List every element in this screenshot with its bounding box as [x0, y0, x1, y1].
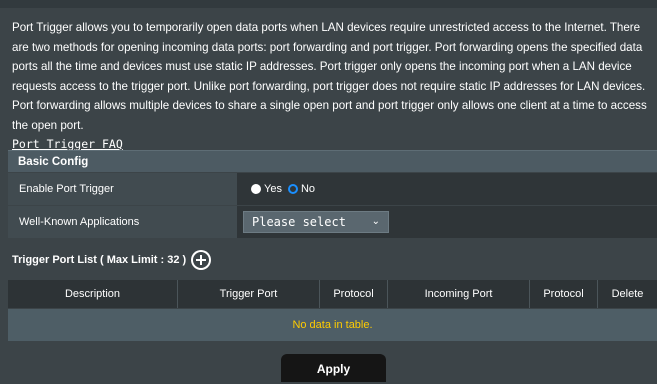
well-known-apps-label: Well-Known Applications [8, 206, 237, 238]
well-known-apps-select-value: Please select [252, 215, 346, 229]
column-trigger-port: Trigger Port [178, 280, 320, 308]
add-rule-button[interactable] [191, 250, 212, 270]
description-block: Port Trigger allows you to temporarily o… [12, 18, 652, 155]
chevron-down-icon: ⌄ [371, 216, 380, 227]
column-description: Description [8, 280, 178, 308]
apply-button[interactable]: Apply [281, 354, 386, 382]
enable-yes-label[interactable]: Yes [264, 183, 282, 195]
column-protocol-2: Protocol [530, 280, 598, 308]
enable-no-radio[interactable] [287, 184, 298, 194]
column-delete: Delete [611, 288, 644, 300]
column-incoming-port: Incoming Port [388, 280, 530, 308]
enable-port-trigger-radio-group: Yes No [251, 173, 321, 205]
column-protocol: Protocol [320, 280, 388, 308]
top-strip [0, 0, 657, 8]
enable-yes-radio[interactable] [251, 184, 261, 194]
trigger-port-list-label: Trigger Port List ( Max Limit : 32 ) [12, 254, 187, 266]
description-text: Port Trigger allows you to temporarily o… [12, 21, 647, 132]
enable-no-label[interactable]: No [301, 183, 315, 195]
enable-port-trigger-label: Enable Port Trigger [8, 173, 237, 205]
trigger-port-list-title: Trigger Port List ( Max Limit : 32 ) [12, 250, 212, 270]
well-known-apps-row: Well-Known Applications Please select ⌄ [8, 206, 657, 238]
enable-port-trigger-row: Enable Port Trigger Yes No [8, 173, 657, 205]
well-known-apps-select[interactable]: Please select ⌄ [243, 211, 389, 233]
port-trigger-faq-link[interactable]: Port Trigger FAQ [12, 137, 123, 151]
empty-table-message: No data in table. [8, 309, 657, 341]
basic-config-header: Basic Config [8, 150, 657, 172]
trigger-port-table-header: Description Trigger Port Protocol Incomi… [8, 280, 657, 308]
